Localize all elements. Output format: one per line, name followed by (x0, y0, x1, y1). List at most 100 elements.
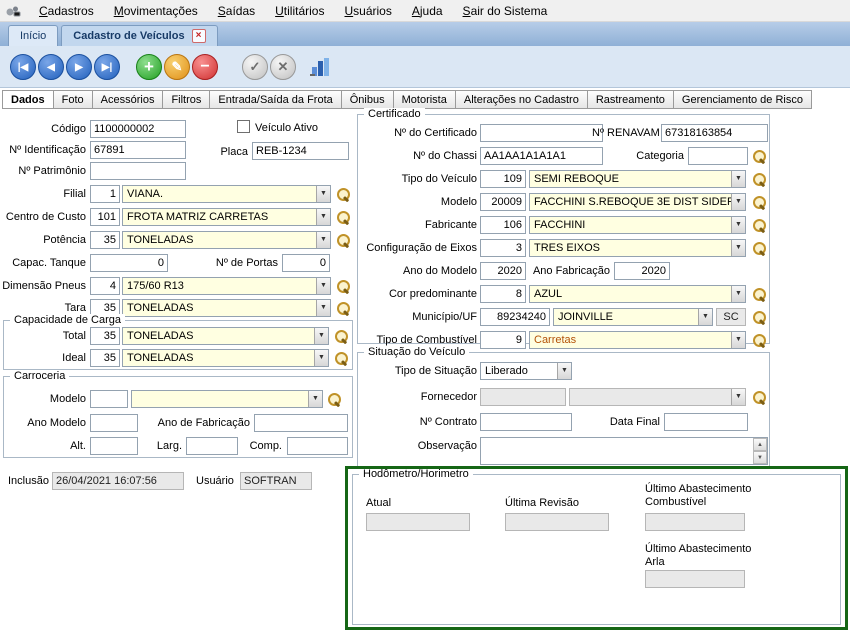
carroceria-ano-fabricacao-input[interactable] (254, 414, 348, 432)
page-tab-foto[interactable]: Foto (54, 90, 93, 109)
confirm-button[interactable]: ✓ (242, 54, 268, 80)
filial-combo[interactable]: VIANA. ▼ (122, 185, 331, 203)
ano-fabricacao-input[interactable] (614, 262, 670, 280)
next-record-button[interactable]: ▶ (66, 54, 92, 80)
carroceria-modelo-combo[interactable]: ▼ (131, 390, 323, 408)
fabricante-search-icon[interactable] (752, 218, 767, 233)
num-certificado-input[interactable] (480, 124, 603, 142)
last-record-button[interactable]: ▶| (94, 54, 120, 80)
centro-custo-search-icon[interactable] (336, 210, 351, 225)
scroll-up-icon[interactable]: ▲ (753, 438, 767, 451)
combustivel-code-input[interactable] (480, 331, 526, 349)
chevron-down-icon[interactable]: ▼ (316, 232, 330, 248)
identificacao-input[interactable] (90, 141, 186, 159)
chassi-input[interactable] (480, 147, 603, 165)
potencia-search-icon[interactable] (336, 233, 351, 248)
tara-search-icon[interactable] (336, 301, 351, 316)
page-tab-dados[interactable]: Dados (2, 90, 54, 109)
add-button[interactable]: + (136, 54, 162, 80)
modelo-combo[interactable]: FACCHINI S.REBOQUE 3E DIST SIDER ▼ (529, 193, 746, 211)
chevron-down-icon[interactable]: ▼ (314, 350, 328, 366)
ano-modelo-input[interactable] (480, 262, 526, 280)
page-tab-filtros[interactable]: Filtros (163, 90, 210, 109)
contrato-input[interactable] (480, 413, 572, 431)
municipio-combo[interactable]: JOINVILLE ▼ (553, 308, 713, 326)
menu-item-usu-rios[interactable]: Usuários (334, 1, 401, 21)
alt-input[interactable] (90, 437, 138, 455)
chevron-down-icon[interactable]: ▼ (731, 389, 745, 405)
fornecedor-search-icon[interactable] (752, 390, 767, 405)
chevron-down-icon[interactable]: ▼ (314, 328, 328, 344)
centro-custo-combo[interactable]: FROTA MATRIZ CARRETAS ▼ (122, 208, 331, 226)
chevron-down-icon[interactable]: ▼ (316, 278, 330, 294)
chevron-down-icon[interactable]: ▼ (731, 332, 745, 348)
dimensao-pneus-code-input[interactable] (90, 277, 120, 295)
veiculo-ativo-checkbox[interactable] (237, 120, 250, 133)
carroceria-modelo-search-icon[interactable] (327, 392, 342, 407)
filial-search-icon[interactable] (336, 187, 351, 202)
categoria-search-icon[interactable] (752, 149, 767, 164)
comp-input[interactable] (287, 437, 348, 455)
close-icon[interactable]: × (192, 29, 206, 43)
chevron-down-icon[interactable]: ▼ (731, 171, 745, 187)
config-eixos-search-icon[interactable] (752, 241, 767, 256)
dimensao-pneus-search-icon[interactable] (336, 279, 351, 294)
total-combo[interactable]: TONELADAS ▼ (122, 327, 329, 345)
tipo-veiculo-search-icon[interactable] (752, 172, 767, 187)
chevron-down-icon[interactable]: ▼ (731, 194, 745, 210)
filial-code-input[interactable] (90, 185, 120, 203)
capac-tanque-input[interactable] (90, 254, 168, 272)
bar-chart-icon[interactable] (310, 56, 334, 79)
chevron-down-icon[interactable]: ▼ (316, 209, 330, 225)
dimensao-pneus-combo[interactable]: 175/60 R13 ▼ (122, 277, 331, 295)
categoria-input[interactable] (688, 147, 748, 165)
cancel-button[interactable]: ✕ (270, 54, 296, 80)
menu-item-ajuda[interactable]: Ajuda (402, 1, 453, 21)
menu-item-utilit-rios[interactable]: Utilitários (265, 1, 334, 21)
tipo-situacao-combo[interactable]: Liberado ▼ (480, 362, 572, 380)
larg-input[interactable] (186, 437, 238, 455)
edit-button[interactable]: ✎ (164, 54, 190, 80)
cor-code-input[interactable] (480, 285, 526, 303)
tab-inicio[interactable]: Início (8, 25, 58, 46)
ideal-code-input[interactable] (90, 349, 120, 367)
config-eixos-combo[interactable]: TRES EIXOS ▼ (529, 239, 746, 257)
modelo-search-icon[interactable] (752, 195, 767, 210)
first-record-button[interactable]: |◀ (10, 54, 36, 80)
carroceria-ano-modelo-input[interactable] (90, 414, 138, 432)
placa-input[interactable] (252, 142, 349, 160)
cor-search-icon[interactable] (752, 287, 767, 302)
page-tab-altera-es-no-cadastro[interactable]: Alterações no Cadastro (456, 90, 588, 109)
menu-item-movimenta-es[interactable]: Movimentações (104, 1, 208, 21)
combustivel-combo[interactable]: Carretas ▼ (529, 331, 746, 349)
potencia-code-input[interactable] (90, 231, 120, 249)
total-code-input[interactable] (90, 327, 120, 345)
delete-button[interactable]: − (192, 54, 218, 80)
patrimonio-input[interactable] (90, 162, 186, 180)
menu-item-sa-das[interactable]: Saídas (208, 1, 265, 21)
page-tab-acess-rios[interactable]: Acessórios (93, 90, 164, 109)
cor-combo[interactable]: AZUL ▼ (529, 285, 746, 303)
chevron-down-icon[interactable]: ▼ (731, 240, 745, 256)
previous-record-button[interactable]: ◀ (38, 54, 64, 80)
menu-item-cadastros[interactable]: Cadastros (29, 1, 104, 21)
municipio-search-icon[interactable] (752, 310, 767, 325)
total-search-icon[interactable] (334, 329, 349, 344)
chevron-down-icon[interactable]: ▼ (316, 300, 330, 316)
carroceria-modelo-code-input[interactable] (90, 390, 128, 408)
chevron-down-icon[interactable]: ▼ (557, 363, 571, 379)
scroll-down-icon[interactable]: ▼ (753, 451, 767, 464)
page-tab-entrada-sa-da-da-frota[interactable]: Entrada/Saída da Frota (210, 90, 341, 109)
config-eixos-code-input[interactable] (480, 239, 526, 257)
centro-custo-code-input[interactable] (90, 208, 120, 226)
tab-cadastro-de-veiculos[interactable]: Cadastro de Veículos × (61, 25, 217, 46)
num-portas-input[interactable] (282, 254, 330, 272)
page-tab-nibus[interactable]: Ônibus (342, 90, 394, 109)
fabricante-code-input[interactable] (480, 216, 526, 234)
observacao-textarea[interactable]: ▲ ▼ (480, 437, 768, 465)
page-tab-rastreamento[interactable]: Rastreamento (588, 90, 674, 109)
tipo-veiculo-code-input[interactable] (480, 170, 526, 188)
ideal-search-icon[interactable] (334, 351, 349, 366)
chevron-down-icon[interactable]: ▼ (731, 217, 745, 233)
combustivel-search-icon[interactable] (752, 333, 767, 348)
